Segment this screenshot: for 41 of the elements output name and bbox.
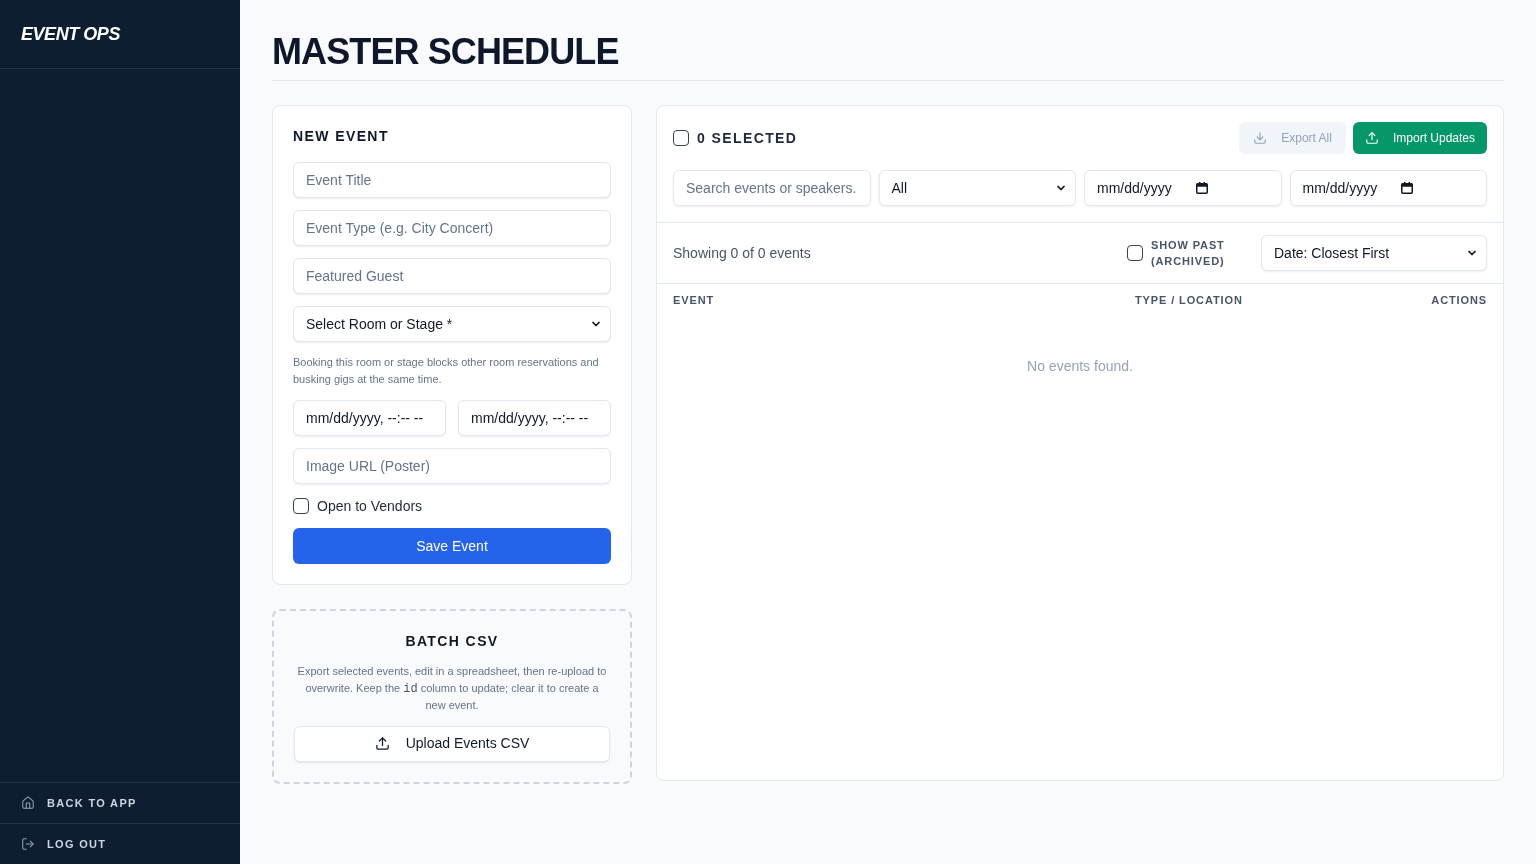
text-input[interactable]: Event Title — [293, 162, 611, 198]
upload-icon — [374, 736, 390, 751]
checkbox[interactable] — [293, 498, 309, 514]
column-header: ACTIONS — [1431, 293, 1487, 308]
date-input[interactable]: mm/dd/yyyy — [1084, 170, 1282, 206]
type-filter-select[interactable]: All — [878, 170, 1076, 206]
checkbox-label: Open to Vendors — [317, 496, 423, 516]
column-header: EVENT — [673, 293, 716, 308]
sidebar-link[interactable]: LOG OUT — [21, 835, 107, 853]
checkbox-label: SHOW PAST (ARCHIVED) — [1151, 238, 1226, 269]
text-input[interactable]: Featured Guest — [293, 258, 611, 294]
text-input[interactable]: Image URL (Poster) — [293, 448, 611, 484]
show-past-checkbox[interactable] — [1127, 245, 1143, 261]
search-field[interactable]: Search events or speakers. — [673, 170, 871, 206]
import-button[interactable]: Import Updates — [1352, 122, 1487, 154]
calendar-icon — [1401, 182, 1414, 194]
datetime-input[interactable]: mm/dd/yyyy, --:-- -- — [293, 400, 446, 436]
calendar-icon — [1195, 182, 1208, 194]
date-input[interactable]: mm/dd/yyyy — [1289, 170, 1487, 206]
summary-text: Showing 0 of 0 events — [673, 243, 811, 263]
page-title: MASTER SCHEDULE — [272, 32, 620, 72]
select-all-checkbox[interactable] — [673, 130, 689, 146]
description-text: Export selected events, edit in a spreadsheet, then re-upload to overwrite. Keep the id column to update; clear it to create a new event. — [296, 664, 608, 713]
section-heading: NEW EVENT — [293, 127, 390, 146]
hint-text: Booking this room or stage blocks other room reservations and busking gigs at the same time. — [293, 355, 600, 387]
room-select[interactable]: Select Room or Stage * — [293, 306, 611, 342]
brand-name: EVENT OPS — [21, 22, 120, 46]
logout-icon — [21, 837, 35, 851]
download-icon — [1253, 131, 1268, 145]
sort-select[interactable]: Date: Closest First — [1261, 235, 1487, 271]
upload-button[interactable]: Upload Events CSV — [294, 725, 610, 762]
selection-count: 0 SELECTED — [697, 128, 798, 148]
save-button[interactable]: Save Event — [293, 528, 611, 564]
empty-message: No events found. — [1027, 357, 1133, 376]
text-input[interactable]: Event Type (e.g. City Concert) — [293, 210, 611, 246]
column-header: TYPE / LOCATION — [1135, 293, 1244, 308]
section-heading: BATCH CSV — [405, 632, 499, 651]
house-icon — [21, 796, 35, 810]
upload-icon — [1364, 131, 1379, 145]
sidebar-link[interactable]: BACK TO APP — [21, 794, 137, 812]
datetime-input[interactable]: mm/dd/yyyy, --:-- -- — [458, 400, 611, 436]
